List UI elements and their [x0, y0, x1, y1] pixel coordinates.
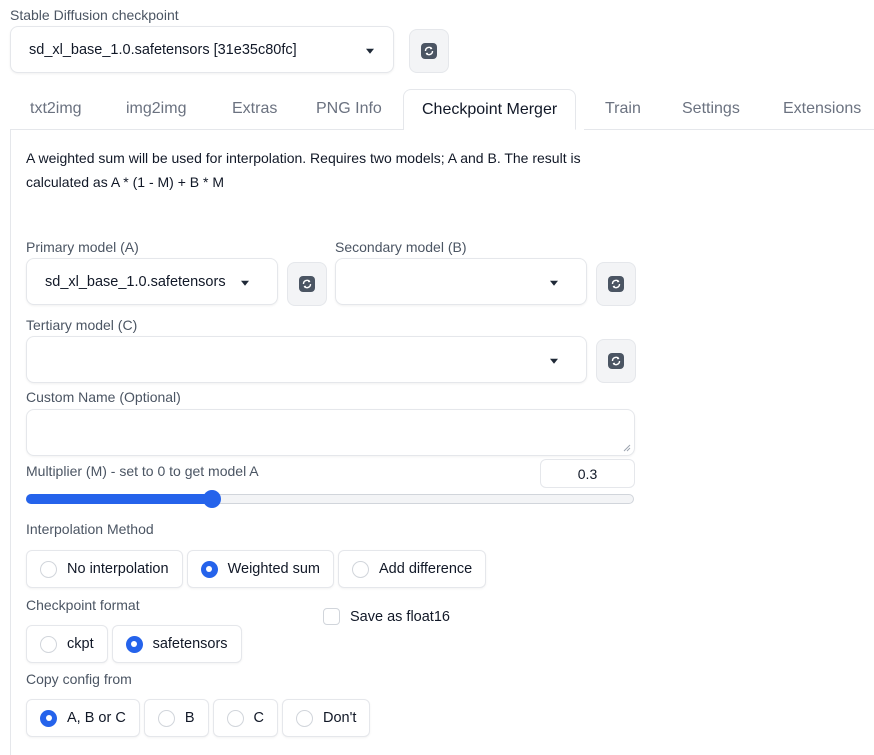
multiplier-slider-track[interactable] [26, 490, 634, 508]
tab-png-info[interactable]: PNG Info [316, 100, 382, 118]
resize-handle-icon[interactable] [623, 444, 631, 452]
radio-indicator [40, 709, 57, 727]
chevron-down-icon [550, 280, 558, 286]
radio-label: C [253, 710, 264, 726]
radio-label: Weighted sum [227, 561, 320, 577]
checkpoint-label: Stable Diffusion checkpoint [10, 7, 179, 23]
primary-model-value: sd_xl_base_1.0.safetensors [45, 273, 226, 290]
tab-checkpoint-merger[interactable]: Checkpoint Merger [403, 89, 577, 130]
float16-label: Save as float16 [350, 608, 450, 625]
radio-b[interactable]: B [143, 699, 209, 737]
refresh-icon [421, 43, 437, 59]
checkpoint-value: sd_xl_base_1.0.safetensors [31e35c80fc] [29, 41, 297, 58]
copy-config-label: Copy config from [26, 671, 132, 687]
radio-label: B [184, 710, 195, 726]
radio-add-difference[interactable]: Add difference [338, 550, 487, 588]
radio-safetensors[interactable]: safetensors [111, 625, 242, 663]
radio-weighted-sum[interactable]: Weighted sum [186, 550, 334, 588]
tab-extras[interactable]: Extras [232, 100, 277, 118]
refresh-icon [299, 276, 315, 292]
tab-txt2img[interactable]: txt2img [30, 100, 82, 118]
multiplier-number-input[interactable]: 0.3 [540, 459, 635, 488]
interpolation-method-label: Interpolation Method [26, 521, 154, 537]
float16-checkbox[interactable] [323, 608, 340, 625]
secondary-model-dropdown[interactable] [335, 258, 587, 305]
tab-extensions[interactable]: Extensions [783, 100, 861, 118]
radio-indicator [352, 560, 369, 578]
refresh-icon [608, 276, 624, 292]
description-line-2: calculated as A * (1 - M) + B * M [26, 174, 225, 190]
checkpoint-refresh-button[interactable] [409, 29, 449, 73]
multiplier-slider-thumb[interactable] [203, 490, 221, 508]
tab-train[interactable]: Train [605, 100, 641, 118]
radio-label: Don't [322, 710, 357, 726]
radio-c[interactable]: C [212, 699, 278, 737]
radio-indicator [157, 709, 175, 727]
primary-model-label: Primary model (A) [26, 239, 139, 255]
chevron-down-icon [550, 358, 558, 364]
tertiary-model-label: Tertiary model (C) [26, 317, 138, 333]
chevron-down-icon [241, 280, 249, 286]
radio-label: No interpolation [67, 561, 169, 577]
copy-config-group: A, B or C B C Don't [26, 699, 371, 737]
checkpoint-format-label: Checkpoint format [26, 597, 140, 613]
radio-label: A, B or C [67, 710, 126, 726]
custom-name-input[interactable] [26, 409, 635, 456]
tertiary-refresh-button[interactable] [596, 339, 636, 383]
radio-label: Add difference [379, 561, 473, 577]
radio-no-interpolation[interactable]: No interpolation [26, 550, 183, 588]
tab-underline-right [584, 129, 874, 130]
radio-indicator [226, 709, 244, 727]
secondary-model-label: Secondary model (B) [335, 239, 467, 255]
panel-border [10, 129, 11, 755]
radio-indicator [125, 635, 143, 653]
float16-checkbox-row[interactable]: Save as float16 [323, 608, 450, 625]
chevron-down-icon [366, 48, 374, 54]
radio-indicator [40, 560, 57, 578]
radio-indicator [295, 709, 313, 727]
radio-a-b-or-c[interactable]: A, B or C [26, 699, 140, 737]
tab-img2img[interactable]: img2img [126, 100, 186, 118]
checkpoint-format-group: ckpt safetensors [26, 625, 242, 663]
radio-ckpt[interactable]: ckpt [26, 625, 108, 663]
multiplier-label: Multiplier (M) - set to 0 to get model A [26, 463, 259, 479]
tab-underline-left [10, 129, 404, 130]
tertiary-model-dropdown[interactable] [26, 336, 587, 383]
tab-settings[interactable]: Settings [682, 100, 740, 118]
refresh-icon [608, 353, 624, 369]
checkpoint-dropdown[interactable]: sd_xl_base_1.0.safetensors [31e35c80fc] [10, 26, 394, 73]
custom-name-label: Custom Name (Optional) [26, 389, 181, 405]
radio-label: safetensors [152, 636, 228, 652]
radio-label: ckpt [67, 636, 94, 652]
multiplier-slider-fill [26, 494, 212, 504]
description-line-1: A weighted sum will be used for interpol… [26, 150, 581, 166]
radio-dont[interactable]: Don't [281, 699, 371, 737]
secondary-refresh-button[interactable] [596, 262, 636, 306]
primary-model-dropdown[interactable]: sd_xl_base_1.0.safetensors [26, 258, 278, 305]
interpolation-method-group: No interpolation Weighted sum Add differ… [26, 550, 487, 588]
primary-refresh-button[interactable] [287, 262, 327, 306]
radio-indicator [200, 560, 218, 578]
radio-indicator [40, 635, 57, 653]
